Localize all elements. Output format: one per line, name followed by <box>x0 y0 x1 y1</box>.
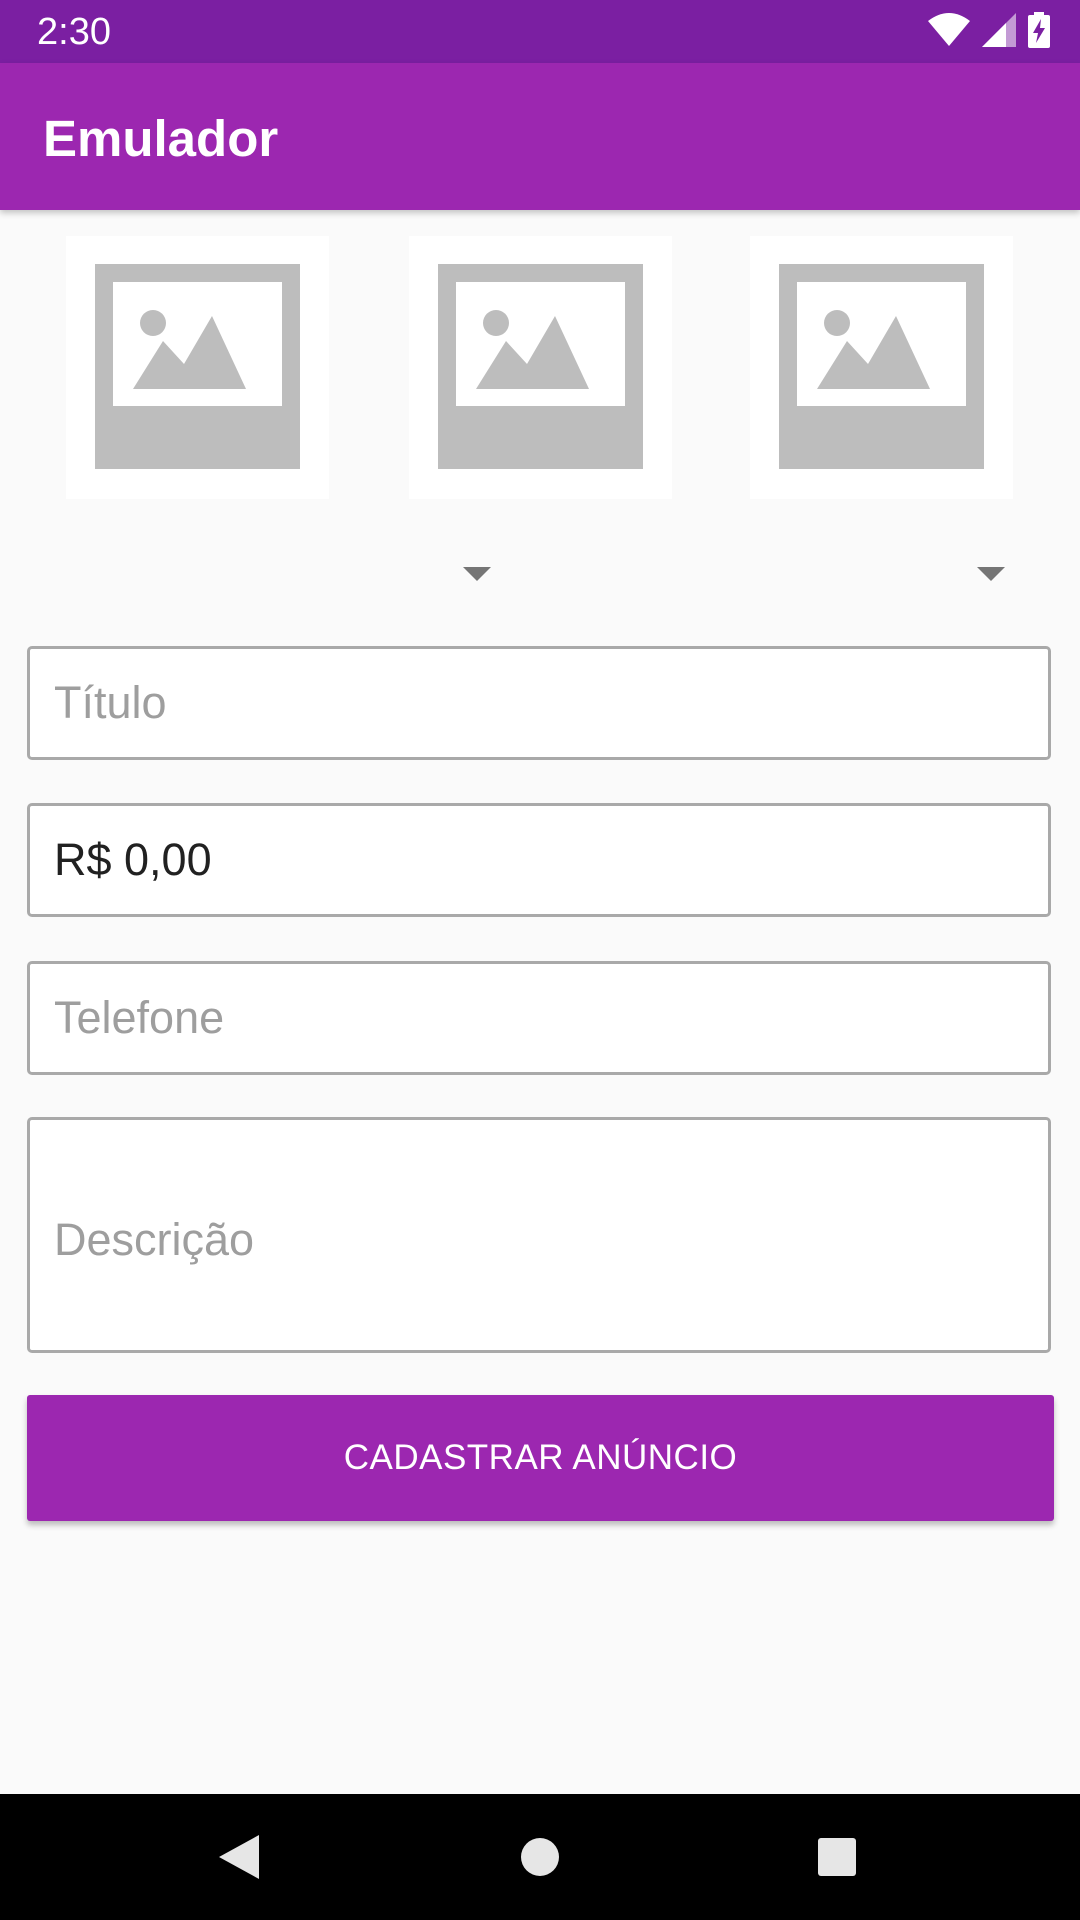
home-icon[interactable] <box>507 1824 573 1890</box>
app-bar: Emulador <box>0 63 1080 210</box>
price-input[interactable] <box>27 803 1051 917</box>
category-spinner[interactable] <box>540 540 1005 606</box>
dropdown-arrow-icon <box>977 567 1005 581</box>
app-title: Emulador <box>43 110 279 167</box>
image-placeholder-icon <box>95 264 300 469</box>
phone-input[interactable] <box>27 961 1051 1075</box>
status-bar: 2:30 <box>0 0 1080 63</box>
image-slot-2[interactable] <box>409 236 672 499</box>
cell-signal-icon <box>982 12 1016 52</box>
battery-charging-icon <box>1028 11 1050 53</box>
image-placeholder-icon <box>438 264 643 469</box>
title-input[interactable] <box>27 646 1051 760</box>
nav-bar <box>0 1794 1080 1920</box>
state-spinner[interactable] <box>27 540 491 606</box>
wifi-icon <box>928 12 970 52</box>
dropdown-arrow-icon <box>463 567 491 581</box>
status-icons <box>928 11 1050 53</box>
recents-icon[interactable] <box>804 1824 870 1890</box>
image-slot-3[interactable] <box>750 236 1013 499</box>
description-input[interactable] <box>27 1117 1051 1353</box>
submit-ad-button[interactable]: CADASTRAR ANÚNCIO <box>27 1395 1054 1521</box>
image-slot-1[interactable] <box>66 236 329 499</box>
status-time: 2:30 <box>37 11 111 53</box>
back-icon[interactable] <box>206 1824 272 1890</box>
screen: 2:30 Emulador Título R$ 0,00 Telefone De… <box>0 0 1080 1920</box>
image-placeholder-icon <box>779 264 984 469</box>
